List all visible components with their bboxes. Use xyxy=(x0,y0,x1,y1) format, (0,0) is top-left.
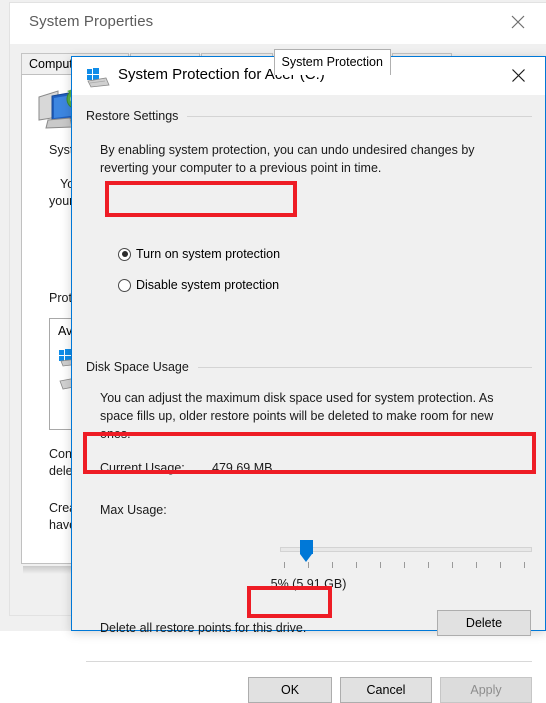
slider-tick xyxy=(524,562,525,568)
radio-indicator-off[interactable] xyxy=(118,278,131,292)
disk-space-usage-label: Disk Space Usage xyxy=(86,360,189,374)
slider-tick xyxy=(428,562,429,568)
system-protection-dialog: System Protection for Acer (C:) Restore … xyxy=(71,56,546,703)
restore-settings-description-line1: By enabling system protection, you can u… xyxy=(100,143,475,157)
disk-space-description-line1: You can adjust the maximum disk space us… xyxy=(100,391,494,405)
slider-tick xyxy=(308,562,309,568)
slider-tick xyxy=(476,562,477,568)
restore-settings-label: Restore Settings xyxy=(86,109,179,123)
configure-text-line2: dele xyxy=(49,464,73,478)
delete-restore-points-text: Delete all restore points for this drive… xyxy=(100,621,307,635)
close-icon[interactable] xyxy=(496,61,541,90)
dialog-body: Restore Settings By enabling system prot… xyxy=(72,95,545,703)
slider-track[interactable] xyxy=(280,547,532,552)
disk-space-description-line3: ones. xyxy=(100,427,131,441)
windows-drive-icon xyxy=(85,68,111,88)
restore-settings-description-line2: reverting your computer to a previous po… xyxy=(100,161,382,175)
slider-tick xyxy=(284,562,285,568)
radio-indicator-on[interactable] xyxy=(118,247,131,261)
footer-divider xyxy=(86,661,532,662)
radio-label-turn-on: Turn on system protection xyxy=(136,247,281,261)
cancel-button[interactable]: Cancel xyxy=(340,677,432,703)
desktop-backdrop: System Properties Computer Name Hardware… xyxy=(0,0,546,703)
current-usage-label: Current Usage: xyxy=(100,461,185,475)
slider-tick xyxy=(356,562,357,568)
slider-thumb[interactable] xyxy=(300,540,313,562)
system-properties-titlebar: System Properties xyxy=(10,3,546,44)
group-divider xyxy=(197,366,532,368)
radio-turn-on-system-protection[interactable]: Turn on system protection xyxy=(118,247,280,261)
delete-button[interactable]: Delete xyxy=(437,610,531,636)
close-icon[interactable] xyxy=(498,9,538,35)
restore-settings-group-header: Restore Settings xyxy=(86,109,532,123)
apply-button: Apply xyxy=(440,677,532,703)
slider-tick xyxy=(452,562,453,568)
max-usage-slider[interactable] xyxy=(280,538,532,568)
disk-space-usage-group-header: Disk Space Usage xyxy=(86,360,532,374)
slider-tick xyxy=(380,562,381,568)
slider-ticks xyxy=(280,562,532,568)
system-properties-title: System Properties xyxy=(29,13,154,30)
configure-text-line1: Con xyxy=(49,447,72,461)
slider-tick xyxy=(404,562,405,568)
tab-system-protection[interactable]: System Protection xyxy=(273,49,391,75)
current-usage-value: 479.69 MB xyxy=(212,461,273,475)
slider-thumb-tip xyxy=(300,554,312,562)
slider-tick xyxy=(332,562,333,568)
group-divider xyxy=(187,115,532,117)
radio-disable-system-protection[interactable]: Disable system protection xyxy=(118,278,279,292)
max-usage-label: Max Usage: xyxy=(100,503,167,517)
disk-space-description-line2: space fills up, older restore points wil… xyxy=(100,409,494,423)
ok-button[interactable]: OK xyxy=(248,677,332,703)
slider-thumb-body xyxy=(300,540,313,554)
max-usage-value: 5% (5.91 GB) xyxy=(270,577,347,591)
radio-label-disable: Disable system protection xyxy=(136,278,280,292)
slider-tick xyxy=(500,562,501,568)
